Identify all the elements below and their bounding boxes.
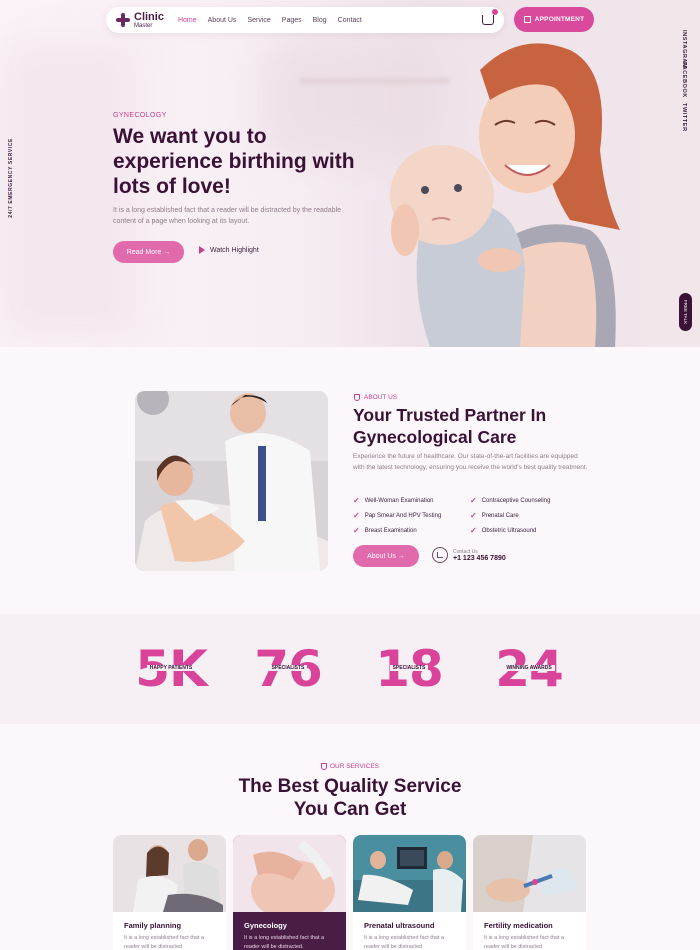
play-icon: [199, 246, 205, 254]
check-icon: ✓: [353, 496, 360, 505]
logo-subtitle: Master: [134, 22, 153, 29]
service-card-description: It is a long established fact that a rea…: [244, 935, 325, 950]
feature-label: Breast Examination: [364, 527, 417, 534]
service-card-title: Prenatal ultrasound: [364, 921, 435, 930]
nav-link-about[interactable]: About Us: [208, 17, 237, 24]
feature-item: ✓ Pap Smear And HPV Testing: [353, 511, 470, 520]
service-card-fertility-medication[interactable]: Fertility medication It is a long establ…: [473, 835, 586, 950]
logo[interactable]: Clinic Master: [116, 10, 164, 29]
prenatal-ultrasound-photo: [353, 835, 466, 912]
feature-label: Contraceptive Counseling: [481, 497, 551, 504]
service-cards: Family planning It is a long established…: [113, 835, 586, 950]
stat-label: SPECIALISTS: [389, 665, 429, 671]
service-card-description: It is a long established fact that a rea…: [484, 935, 565, 950]
free-talk-pill[interactable]: FREE TALK: [679, 293, 692, 331]
service-card-prenatal-ultrasound[interactable]: Prenatal ultrasound It is a long establi…: [353, 835, 466, 950]
nav-link-contact[interactable]: Contact: [338, 17, 362, 24]
shield-icon: [320, 763, 327, 770]
check-icon: ✓: [470, 526, 477, 535]
watch-highlight-label: Watch Highlight: [210, 246, 259, 254]
about-kicker-label: ABOUT US: [364, 394, 398, 401]
emergency-service-label: 24/7 EMERGENCY SERVICE: [8, 138, 14, 218]
feature-item: ✓ Obstetric Ultrasound: [470, 526, 587, 535]
services-title: The Best Quality Service You Can Get: [0, 775, 700, 821]
service-card-title: Family planning: [124, 921, 182, 930]
cart-badge: [492, 9, 498, 15]
cross-logo-icon: [116, 13, 130, 27]
services-kicker-label: OUR SERVICES: [329, 763, 379, 771]
feature-label: Pap Smear And HPV Testing: [364, 512, 442, 519]
feature-item: ✓ Contraceptive Counseling: [470, 496, 587, 505]
feature-label: Prenatal Care: [481, 512, 519, 519]
hero-kicker: GYNECOLOGY: [113, 112, 167, 119]
hero-description: It is a long established fact that a rea…: [113, 207, 342, 225]
services-kicker: OUR SERVICES: [0, 763, 700, 770]
service-card-family-planning[interactable]: Family planning It is a long established…: [113, 835, 226, 950]
gynecology-photo: [233, 835, 346, 920]
check-icon: ✓: [353, 526, 360, 535]
service-card-title: Gynecology: [244, 921, 287, 930]
cart-icon[interactable]: [482, 9, 498, 25]
nav-link-blog[interactable]: Blog: [313, 17, 327, 24]
service-card-description: It is a long established fact that a rea…: [124, 935, 205, 950]
watch-highlight-link[interactable]: Watch Highlight: [199, 246, 259, 254]
stat-winning-awards: 24 WINNING AWARDS: [474, 641, 584, 697]
top-navbar: Clinic Master Home About Us Service Page…: [106, 7, 504, 33]
service-card-description: It is a long established fact that a rea…: [364, 935, 445, 950]
about-us-button[interactable]: About Us →: [353, 545, 419, 567]
stat-label: HAPPY PATIENTS: [146, 665, 196, 671]
about-title: Your Trusted Partner In Gynecological Ca…: [353, 405, 547, 447]
appointment-button[interactable]: APPOINTMENT: [514, 7, 594, 32]
hero-section: Clinic Master Home About Us Service Page…: [0, 0, 700, 347]
calendar-icon: [523, 16, 531, 23]
appointment-label: APPOINTMENT: [534, 16, 585, 23]
mother-baby-photo: [390, 43, 620, 347]
stat-specialists: 76 SPECIALISTS: [233, 641, 343, 697]
contact-info[interactable]: Contact Us +1 123 456 7890: [432, 547, 506, 563]
feature-item: ✓ Breast Examination: [353, 526, 470, 535]
nav-link-service[interactable]: Service: [247, 17, 270, 24]
nav-link-pages[interactable]: Pages: [282, 17, 302, 24]
family-planning-photo: [113, 835, 226, 912]
service-card-title: Fertility medication: [484, 921, 553, 930]
feature-label: Obstetric Ultrasound: [481, 527, 537, 534]
read-more-button[interactable]: Read More →: [113, 241, 184, 263]
logo-title: Clinic: [134, 10, 164, 23]
social-facebook[interactable]: FACEBOOK: [681, 62, 687, 98]
stat-label: SPECIALISTS: [268, 665, 308, 671]
check-icon: ✓: [470, 496, 477, 505]
about-kicker: ABOUT US: [354, 394, 397, 401]
service-card-gynecology[interactable]: Gynecology It is a long established fact…: [233, 835, 346, 950]
phone-icon: [432, 547, 448, 563]
nav-links: Home About Us Service Pages Blog Contact: [178, 17, 362, 24]
stat-label: WINNING AWARDS: [503, 665, 555, 671]
feature-label: Well-Woman Examination: [364, 497, 434, 504]
services-title-line1: The Best Quality Service: [238, 776, 462, 797]
check-icon: ✓: [353, 511, 360, 520]
doctor-patient-photo: [135, 391, 328, 571]
feature-item: ✓ Well-Woman Examination: [353, 496, 470, 505]
nav-link-home[interactable]: Home: [178, 17, 197, 24]
check-icon: ✓: [470, 511, 477, 520]
feature-item: ✓ Prenatal Care: [470, 511, 587, 520]
about-description: Experience the future of healthcare. Our…: [353, 453, 588, 471]
services-title-line2: You Can Get: [293, 799, 407, 820]
hero-title: We want you to experience birthing with …: [113, 125, 355, 198]
contact-number: +1 123 456 7890: [453, 554, 506, 562]
fertility-medication-photo: [473, 835, 586, 912]
feature-list: ✓ Well-Woman Examination ✓ Contraceptive C…: [353, 496, 593, 535]
stat-specialists-2: 18 SPECIALISTS: [354, 641, 464, 697]
stats-band: [0, 614, 700, 724]
social-twitter[interactable]: TWITTER: [681, 103, 687, 132]
shield-icon: [354, 394, 360, 401]
stat-happy-patients: 5K HAPPY PATIENTS: [116, 641, 226, 697]
